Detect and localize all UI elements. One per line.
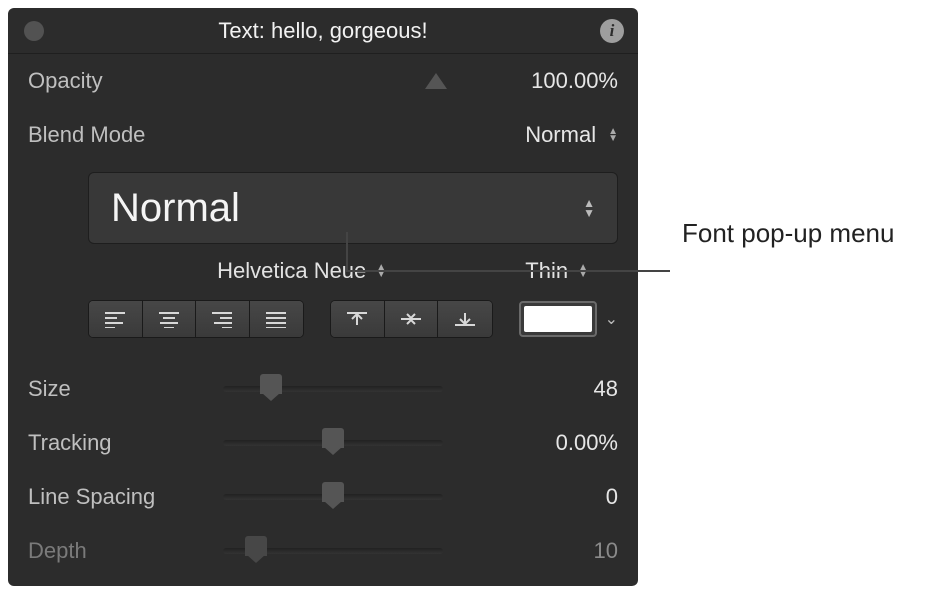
vertical-align-group	[330, 300, 493, 338]
stepper-icon: ▲▼	[608, 128, 618, 142]
size-slider-thumb[interactable]	[260, 374, 282, 394]
size-slider[interactable]	[223, 386, 443, 392]
size-row: Size 48	[8, 362, 638, 416]
stepper-icon: ▲▼	[583, 198, 595, 218]
panel-header: Text: hello, gorgeous! i	[8, 8, 638, 54]
color-swatch	[524, 306, 592, 332]
align-left-button[interactable]	[89, 301, 143, 337]
preset-value: Normal	[111, 186, 240, 231]
valign-middle-button[interactable]	[385, 301, 439, 337]
depth-slider-thumb[interactable]	[245, 536, 267, 556]
text-inspector-panel: Text: hello, gorgeous! i Opacity 100.00%…	[8, 8, 638, 586]
valign-top-button[interactable]	[331, 301, 385, 337]
tracking-slider-thumb[interactable]	[322, 428, 344, 448]
horizontal-align-group	[88, 300, 304, 338]
line-spacing-label: Line Spacing	[28, 484, 188, 510]
tracking-row: Tracking 0.00%	[8, 416, 638, 470]
line-spacing-value[interactable]: 0	[478, 484, 618, 510]
panel-title: Text: hello, gorgeous!	[218, 18, 427, 44]
size-label: Size	[28, 376, 188, 402]
valign-bottom-button[interactable]	[438, 301, 492, 337]
color-menu-chevron-icon[interactable]: ⌄	[605, 309, 618, 329]
tracking-value[interactable]: 0.00%	[478, 430, 618, 456]
line-spacing-slider-thumb[interactable]	[322, 482, 344, 502]
line-spacing-slider[interactable]	[223, 494, 443, 500]
depth-label: Depth	[28, 538, 188, 564]
opacity-slider[interactable]	[223, 71, 443, 91]
info-icon[interactable]: i	[600, 19, 624, 43]
callout-leader-line	[346, 232, 348, 272]
header-keyframe-dot[interactable]	[24, 21, 44, 41]
depth-value[interactable]: 10	[478, 538, 618, 564]
opacity-row: Opacity 100.00%	[8, 54, 638, 108]
blend-mode-row: Blend Mode Normal ▲▼	[8, 108, 638, 162]
line-spacing-row: Line Spacing 0	[8, 470, 638, 524]
align-justify-button[interactable]	[250, 301, 304, 337]
opacity-value[interactable]: 100.00%	[478, 68, 618, 94]
tracking-label: Tracking	[28, 430, 188, 456]
text-color-well[interactable]	[519, 301, 597, 337]
callout-leader-line	[346, 270, 670, 272]
tracking-slider[interactable]	[223, 440, 443, 446]
blend-mode-popup[interactable]: Normal ▲▼	[478, 122, 618, 148]
size-value[interactable]: 48	[478, 376, 618, 402]
depth-row: Depth 10	[8, 524, 638, 578]
depth-slider[interactable]	[223, 548, 443, 554]
callout-label: Font pop-up menu	[682, 218, 894, 249]
align-center-button[interactable]	[143, 301, 197, 337]
align-right-button[interactable]	[196, 301, 250, 337]
text-preset-popup[interactable]: Normal ▲▼	[88, 172, 618, 244]
opacity-label: Opacity	[28, 68, 188, 94]
opacity-slider-thumb[interactable]	[425, 73, 447, 89]
blend-mode-label: Blend Mode	[28, 122, 188, 148]
